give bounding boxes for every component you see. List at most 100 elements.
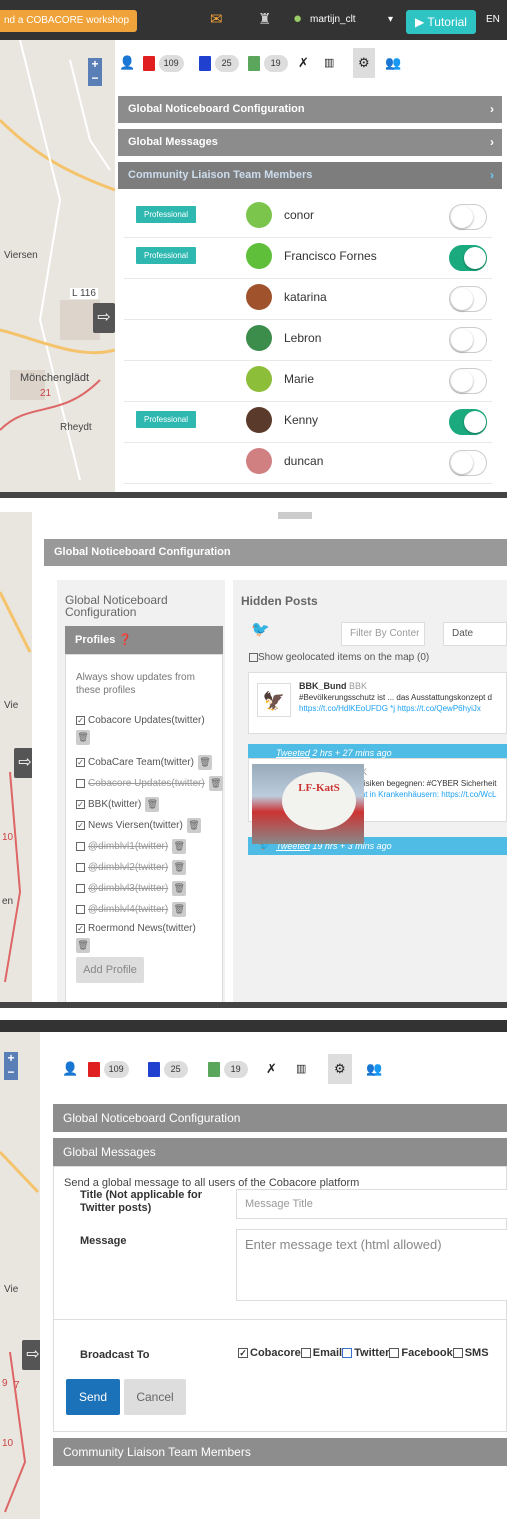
channel-checkbox[interactable] bbox=[300, 1348, 311, 1359]
panel-toggle-button[interactable]: ⇨ bbox=[22, 1340, 40, 1370]
noticeboard-section-header[interactable]: Global Noticeboard Configuration › bbox=[118, 96, 502, 123]
messages-section-header[interactable]: Global Messages bbox=[53, 1138, 507, 1166]
zoom-in-button[interactable]: + bbox=[88, 58, 102, 72]
mail-icon[interactable]: ✉ bbox=[210, 10, 223, 28]
chart-icon[interactable]: ▥ bbox=[296, 1054, 306, 1084]
profile-checkbox[interactable] bbox=[76, 863, 85, 872]
profile-checkbox[interactable] bbox=[76, 779, 85, 788]
panel-toggle-button[interactable]: ⇨ bbox=[14, 748, 32, 778]
channel-option[interactable]: Twitter bbox=[342, 1347, 389, 1359]
trash-icon[interactable]: 🗑 bbox=[186, 818, 201, 833]
notifications-icon[interactable]: ♜ bbox=[258, 10, 271, 28]
tweet-card[interactable]: 🦅 BBK_Bund BBK #Bevölkerungsschutz ist ...… bbox=[248, 672, 507, 734]
blue-posts-filter[interactable]: 25 bbox=[148, 1054, 188, 1084]
noticeboard-section-header[interactable]: Global Noticeboard Configuration bbox=[53, 1104, 507, 1132]
trash-icon[interactable]: 🗑 bbox=[208, 776, 223, 791]
filter-input[interactable]: Filter By Conter bbox=[341, 622, 425, 646]
person-icon[interactable]: 👤 bbox=[62, 1054, 78, 1084]
clt-section-header[interactable]: Community Liaison Team Members › bbox=[118, 162, 502, 189]
channel-option[interactable]: ✓ Cobacore bbox=[238, 1347, 301, 1359]
zoom-out-button[interactable]: − bbox=[4, 1066, 18, 1080]
trash-icon[interactable]: 🗑 bbox=[172, 902, 187, 917]
show-geo-checkbox[interactable]: Show geolocated items on the map (0) bbox=[249, 652, 429, 663]
pin-icon[interactable]: ✗ bbox=[266, 1054, 277, 1084]
message-title-input[interactable]: Message Title bbox=[236, 1189, 507, 1219]
channel-option[interactable]: Facebook bbox=[389, 1347, 453, 1359]
channel-option[interactable]: SMS bbox=[452, 1347, 489, 1359]
trash-icon[interactable]: 🗑 bbox=[172, 839, 187, 854]
checkbox[interactable] bbox=[249, 652, 258, 662]
member-toggle[interactable] bbox=[449, 409, 487, 435]
channel-checkbox[interactable]: ✓ bbox=[238, 1348, 248, 1359]
blue-count: 25 bbox=[214, 55, 239, 73]
pin-icon[interactable]: ✗ bbox=[298, 48, 309, 78]
channel-option[interactable]: Email bbox=[300, 1347, 342, 1359]
workshop-banner[interactable]: nd a COBACORE workshop bbox=[0, 10, 138, 32]
tweet-image[interactable]: LF-KatS bbox=[252, 764, 364, 844]
map-label: 10 bbox=[2, 832, 14, 843]
zoom-out-button[interactable]: − bbox=[88, 72, 102, 86]
member-toggle[interactable] bbox=[449, 286, 487, 312]
trash-icon[interactable]: 🗑 bbox=[197, 755, 212, 770]
profile-checkbox[interactable] bbox=[76, 884, 85, 893]
send-button[interactable]: Send bbox=[66, 1379, 120, 1415]
profile-checkbox[interactable]: ✓ bbox=[76, 800, 85, 809]
member-toggle[interactable] bbox=[449, 245, 487, 271]
trash-icon[interactable]: 🗑 bbox=[172, 860, 187, 875]
member-toggle[interactable] bbox=[449, 450, 487, 476]
blue-posts-filter[interactable]: 25 bbox=[199, 48, 239, 78]
profile-checkbox[interactable]: ✓ bbox=[76, 821, 85, 830]
member-toggle[interactable] bbox=[449, 204, 487, 230]
chart-icon[interactable]: ▥ bbox=[324, 48, 334, 78]
map[interactable]: Vie 10 en ⇨ bbox=[0, 512, 32, 1008]
map[interactable]: Viersen L 116 Mönchenglädt Rheydt 21 + −… bbox=[0, 0, 115, 498]
config-column: Global Noticeboard Configuration Profile… bbox=[57, 580, 225, 1008]
trash-icon[interactable]: 🗑 bbox=[76, 730, 90, 745]
tutorial-button[interactable]: ▶ Tutorial bbox=[406, 10, 476, 34]
users-icon[interactable]: 👥 bbox=[385, 48, 401, 78]
profile-checkbox[interactable]: ✓ bbox=[76, 715, 85, 725]
green-posts-filter[interactable]: 19 bbox=[208, 1054, 248, 1084]
map[interactable]: Vie 9 7 10 + − ⇨ bbox=[0, 1032, 40, 1519]
noticeboard-section-header[interactable]: Global Noticeboard Configuration bbox=[44, 539, 507, 566]
channel-checkbox[interactable] bbox=[342, 1348, 353, 1359]
profile-checkbox[interactable] bbox=[76, 905, 85, 914]
member-toggle[interactable] bbox=[449, 368, 487, 394]
channel-checkbox[interactable] bbox=[452, 1348, 463, 1359]
panel-toggle-button[interactable]: ⇨ bbox=[93, 303, 115, 333]
zoom-in-button[interactable]: + bbox=[4, 1052, 18, 1066]
tweet-link[interactable]: https://t.co/HdlKEoUFDG *j https://t.co/… bbox=[299, 704, 481, 713]
toggle-knob bbox=[451, 370, 473, 392]
profile-checkbox[interactable] bbox=[76, 842, 85, 851]
trash-icon[interactable]: 🗑 bbox=[172, 881, 187, 896]
user-avatar-icon[interactable]: ● bbox=[293, 10, 302, 27]
messages-section-header[interactable]: Global Messages › bbox=[118, 129, 502, 156]
profile-checkbox[interactable]: ✓ bbox=[76, 923, 85, 933]
add-profile-button[interactable]: Add Profile bbox=[76, 957, 144, 983]
red-flag-icon bbox=[143, 56, 155, 72]
person-icon[interactable]: 👤 bbox=[119, 48, 135, 78]
trash-icon[interactable]: 🗑 bbox=[145, 797, 160, 812]
users-icon[interactable]: 👥 bbox=[366, 1054, 382, 1084]
trash-icon[interactable]: 🗑 bbox=[76, 938, 90, 953]
green-posts-filter[interactable]: 19 bbox=[248, 48, 288, 78]
profile-checkbox[interactable]: ✓ bbox=[76, 758, 85, 767]
gear-icon[interactable]: ⚙ bbox=[353, 48, 375, 78]
member-toggle[interactable] bbox=[449, 327, 487, 353]
twitter-icon: 🐦 bbox=[251, 621, 270, 638]
chevron-down-icon[interactable]: ▾ bbox=[388, 14, 393, 25]
cancel-button[interactable]: Cancel bbox=[124, 1379, 186, 1415]
language-selector[interactable]: EN bbox=[486, 14, 500, 25]
member-row: Professional conor bbox=[124, 200, 492, 238]
clt-section-header[interactable]: Community Liaison Team Members bbox=[53, 1438, 507, 1466]
message-textarea[interactable]: Enter message text (html allowed) bbox=[236, 1229, 507, 1301]
red-posts-filter[interactable]: 109 bbox=[88, 1054, 129, 1084]
scroll-thumb[interactable] bbox=[278, 512, 312, 519]
channel-checkbox[interactable] bbox=[389, 1348, 400, 1359]
tweeted-link[interactable]: Tweeted bbox=[276, 748, 310, 758]
gear-icon[interactable]: ⚙ bbox=[328, 1054, 352, 1084]
date-select[interactable]: Date bbox=[443, 622, 507, 646]
help-icon[interactable]: ❓ bbox=[118, 634, 132, 646]
red-posts-filter[interactable]: 109 bbox=[143, 48, 184, 78]
user-menu[interactable]: martijn_clt bbox=[310, 14, 356, 25]
